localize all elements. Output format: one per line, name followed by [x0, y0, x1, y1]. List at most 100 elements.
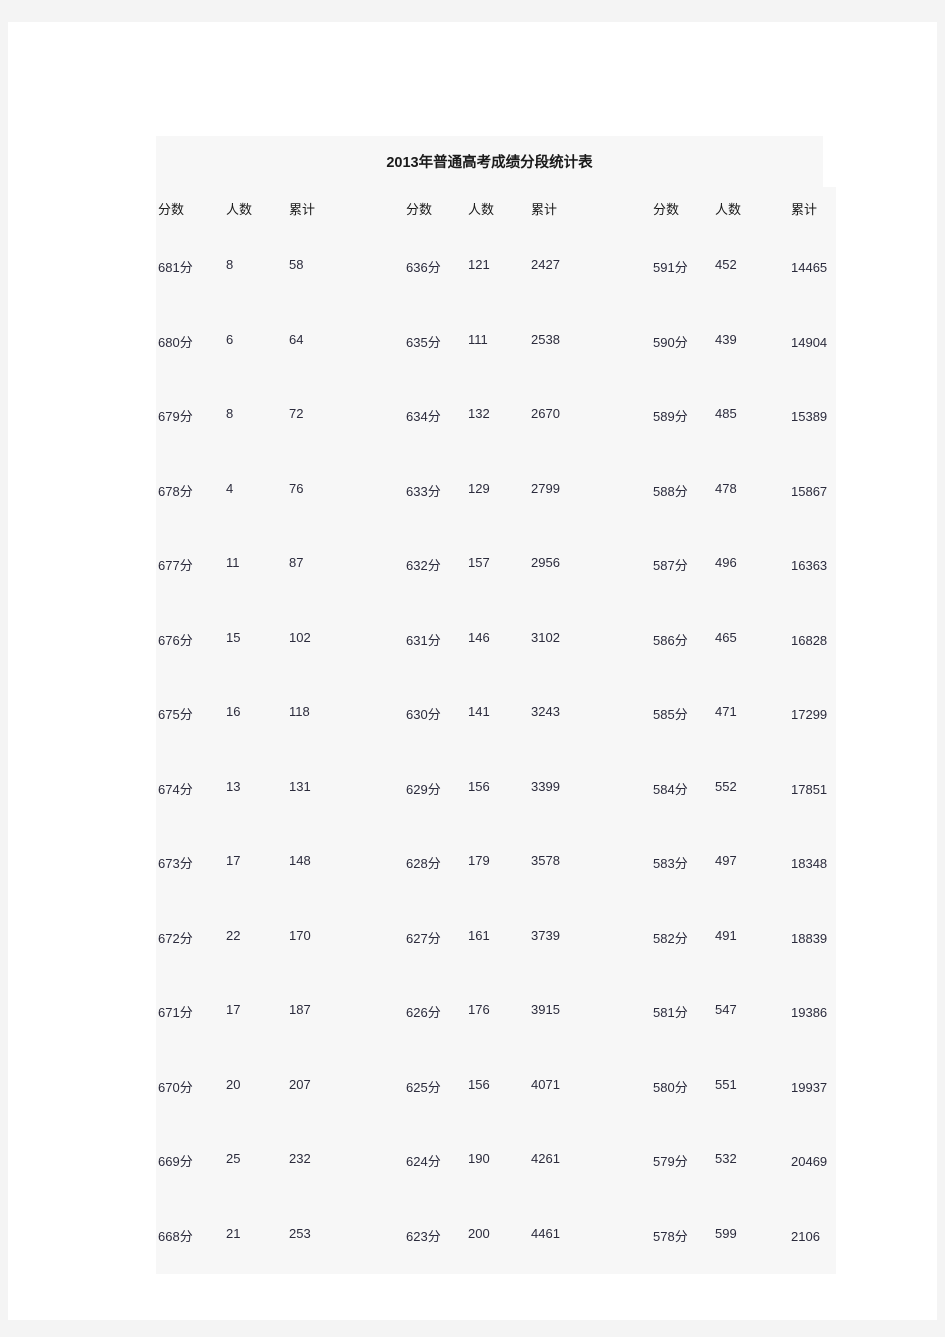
cell-count-group3: 478 [715, 480, 737, 496]
cell-score-group3: 582分 [653, 930, 688, 946]
cell-score-group2: 633分 [406, 483, 441, 499]
cell-accum-group2: 3578 [531, 853, 560, 868]
cell-count-group3: 551 [715, 1076, 737, 1092]
column-header-accum-3: 累计 [791, 202, 818, 217]
cell-accum-group1: 76 [289, 480, 304, 496]
cell-accum-group3: 18348 [791, 856, 828, 871]
cell-accum-group3: 17851 [791, 781, 828, 797]
cell-accum-group3: 19937 [791, 1079, 828, 1095]
cell-accum-group2: 4261 [531, 1151, 560, 1166]
cell-accum-group2: 2427 [531, 257, 560, 272]
cell-score-group1: 668分 [158, 1228, 193, 1244]
score-distribution-table: 2013年普通高考成绩分段统计表 分数 人数 累计 分数 人数 累计 分数 人数… [156, 136, 836, 1274]
cell-count-group3: 547 [715, 1002, 737, 1017]
cell-accum-group3: 16363 [791, 558, 828, 573]
cell-count-group1: 16 [226, 704, 241, 719]
cell-count-group2: 161 [468, 927, 490, 943]
cell-score-group3: 583分 [653, 856, 688, 871]
cell-accum-group3: 14465 [791, 260, 828, 275]
table-row: 678分 4 76 633分 129 2799 588分 478 15867 [156, 455, 836, 530]
column-header-score-3: 分数 [653, 202, 680, 217]
cell-count-group2: 179 [468, 853, 490, 868]
cell-score-group3: 579分 [653, 1154, 688, 1169]
cell-score-group2: 629分 [406, 781, 441, 797]
table-row: 671分 17 187 626分 176 3915 581分 547 19386 [156, 976, 836, 1051]
cell-count-group3: 496 [715, 555, 737, 570]
cell-count-group2: 176 [468, 1002, 490, 1017]
cell-score-group3: 584分 [653, 781, 688, 797]
cell-accum-group2: 4461 [531, 1225, 560, 1241]
cell-accum-group1: 72 [289, 406, 304, 421]
cell-count-group1: 8 [226, 257, 234, 272]
cell-accum-group3: 15867 [791, 483, 828, 499]
cell-score-group3: 587分 [653, 558, 688, 573]
cell-count-group3: 471 [715, 704, 737, 719]
cell-accum-group1: 253 [289, 1225, 311, 1241]
cell-accum-group3: 15389 [791, 409, 828, 424]
cell-accum-group2: 2956 [531, 555, 560, 570]
cell-count-group3: 439 [715, 331, 737, 347]
table-header-row: 分数 人数 累计 分数 人数 累计 分数 人数 累计 [156, 187, 836, 231]
cell-score-group1: 675分 [158, 707, 193, 722]
cell-score-group2: 625分 [406, 1079, 441, 1095]
cell-score-group3: 578分 [653, 1228, 688, 1244]
table-body: 681分 8 58 636分 121 2427 591分 452 14465 680分 6 64 635… [156, 231, 836, 1274]
cell-count-group3: 485 [715, 406, 737, 421]
cell-count-group1: 22 [226, 927, 241, 943]
cell-count-group1: 17 [226, 853, 241, 868]
cell-count-group1: 20 [226, 1076, 241, 1092]
cell-score-group1: 674分 [158, 781, 193, 797]
cell-score-group3: 586分 [653, 632, 688, 648]
cell-count-group2: 156 [468, 1076, 490, 1092]
cell-score-group1: 679分 [158, 409, 193, 424]
cell-score-group3: 585分 [653, 707, 688, 722]
table-row: 680分 6 64 635分 111 2538 590分 439 14904 [156, 306, 836, 381]
cell-count-group1: 25 [226, 1151, 241, 1166]
cell-accum-group1: 118 [289, 704, 310, 719]
cell-score-group1: 680分 [158, 334, 193, 350]
cell-accum-group1: 232 [289, 1151, 311, 1166]
table-row: 670分 20 207 625分 156 4071 580分 551 19937 [156, 1051, 836, 1126]
cell-score-group2: 631分 [406, 632, 441, 648]
cell-accum-group1: 64 [289, 331, 304, 347]
table-row: 679分 8 72 634分 132 2670 589分 485 15389 [156, 380, 836, 455]
cell-score-group2: 627分 [406, 930, 441, 946]
cell-accum-group1: 58 [289, 257, 304, 272]
table-row: 674分 13 131 629分 156 3399 584分 552 17851 [156, 753, 836, 828]
cell-score-group1: 673分 [158, 856, 193, 871]
cell-count-group1: 17 [226, 1002, 241, 1017]
cell-count-group2: 156 [468, 778, 490, 794]
cell-count-group2: 157 [468, 555, 490, 570]
document-page: 2013年普通高考成绩分段统计表 分数 人数 累计 分数 人数 累计 分数 人数… [8, 22, 937, 1320]
cell-count-group1: 13 [226, 778, 241, 794]
column-header-count-1: 人数 [226, 202, 253, 217]
cell-accum-group2: 3399 [531, 778, 560, 794]
cell-score-group1: 678分 [158, 483, 193, 499]
column-header-accum-1: 累计 [289, 202, 316, 217]
cell-score-group1: 677分 [158, 558, 193, 573]
cell-accum-group3: 18839 [791, 930, 828, 946]
cell-accum-group1: 131 [289, 778, 311, 794]
cell-score-group2: 634分 [406, 409, 441, 424]
cell-score-group2: 628分 [406, 856, 441, 871]
table-row: 672分 22 170 627分 161 3739 582分 491 18839 [156, 902, 836, 977]
cell-accum-group3: 19386 [791, 1005, 828, 1020]
cell-score-group2: 624分 [406, 1154, 441, 1169]
cell-count-group3: 497 [715, 853, 737, 868]
cell-score-group1: 669分 [158, 1154, 193, 1169]
cell-count-group1: 4 [226, 480, 234, 496]
page-title: 2013年普通高考成绩分段统计表 [386, 155, 593, 171]
cell-count-group3: 465 [715, 629, 737, 645]
cell-accum-group3: 16828 [791, 632, 828, 648]
cell-accum-group1: 170 [289, 927, 311, 943]
cell-score-group2: 626分 [406, 1005, 441, 1020]
table-row: 681分 8 58 636分 121 2427 591分 452 14465 [156, 231, 836, 306]
cell-score-group1: 671分 [158, 1005, 193, 1020]
cell-score-group3: 590分 [653, 334, 688, 350]
cell-accum-group2: 3243 [531, 704, 560, 719]
cell-accum-group2: 3915 [531, 1002, 560, 1017]
column-header-score-1: 分数 [158, 202, 185, 217]
cell-accum-group3: 2106 [791, 1228, 820, 1244]
cell-score-group1: 681分 [158, 260, 193, 275]
cell-accum-group3: 20469 [791, 1154, 828, 1169]
